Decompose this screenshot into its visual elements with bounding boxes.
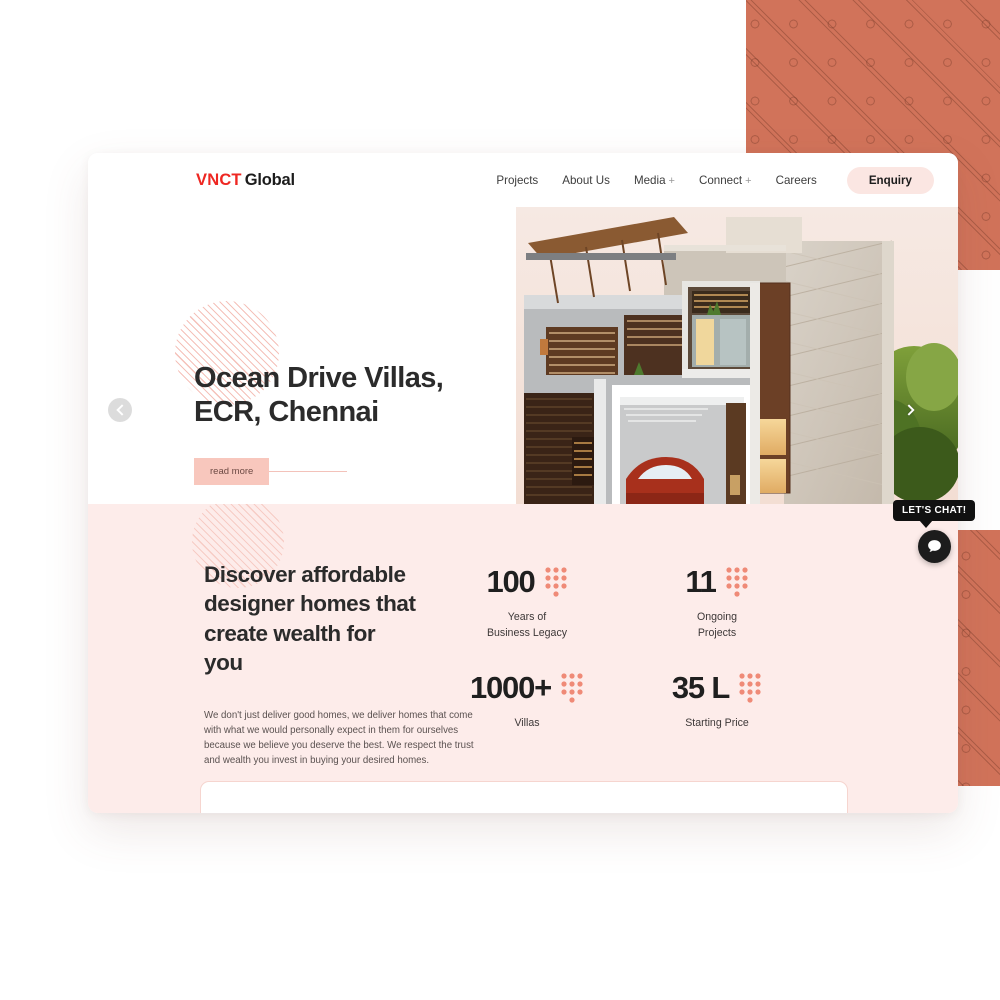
- nav-item-label: Projects: [496, 173, 539, 187]
- chevron-left-icon: [115, 404, 128, 416]
- carousel-prev-button[interactable]: [108, 398, 132, 422]
- stat-label: Villas: [514, 717, 540, 729]
- carousel-next-button[interactable]: [898, 398, 922, 422]
- hero-text-block: Ocean Drive Villas, ECR, Chennai read mo…: [194, 362, 514, 485]
- enquiry-button[interactable]: Enquiry: [846, 166, 934, 194]
- stat-value: 1000+: [469, 670, 552, 705]
- nav-item-label: Media: [633, 173, 666, 187]
- stat-card-ongoing-projects: 11 Ongoing Projects: [622, 566, 812, 672]
- hero-villa-image: [516, 207, 958, 504]
- nav-item-projects[interactable]: Projects: [484, 168, 550, 193]
- main-navigation: Projects About Us Media + Connect + Career…: [484, 166, 934, 194]
- site-logo[interactable]: VNCT Global: [196, 171, 295, 190]
- dot-grid-icon: [544, 567, 567, 597]
- nav-item-about-us[interactable]: About Us: [550, 168, 622, 193]
- read-more-button[interactable]: read more: [194, 457, 270, 485]
- nav-item-label: Connect: [698, 173, 743, 187]
- read-more-row: read more: [194, 457, 514, 485]
- site-header: VNCT Global Projects About Us Media + Conn…: [88, 153, 958, 207]
- website-preview-card: VNCT Global Projects About Us Media + Conn…: [88, 153, 958, 813]
- decorative-terracotta-block-right: [957, 530, 1000, 786]
- nav-item-connect[interactable]: Connect +: [687, 168, 764, 193]
- bottom-content-card: [200, 781, 848, 813]
- stat-label: Ongoing Projects: [696, 611, 738, 639]
- hero-section: Ocean Drive Villas, ECR, Chennai read mo…: [88, 207, 958, 504]
- stat-label: Years of Business Legacy: [486, 611, 568, 639]
- stats-heading: Discover affordable designer homes that …: [204, 562, 416, 675]
- logo-brand-name: Global: [244, 170, 295, 189]
- page-root: VNCT Global Projects About Us Media + Conn…: [0, 0, 1000, 1000]
- stats-section: Discover affordable designer homes that …: [88, 504, 958, 813]
- hero-title: Ocean Drive Villas, ECR, Chennai: [194, 362, 444, 428]
- chat-tooltip: LET'S CHAT!: [893, 500, 976, 528]
- stat-card-years: 100 Years of Business Legacy: [432, 566, 622, 672]
- dot-grid-icon: [739, 673, 761, 703]
- dot-grid-icon: [561, 673, 583, 703]
- stat-top-row: 100: [432, 566, 622, 597]
- nav-item-label: Careers: [775, 173, 817, 187]
- stat-value: 100: [486, 564, 535, 599]
- stats-inner: Discover affordable designer homes that …: [88, 504, 958, 778]
- stat-top-row: 1000+: [432, 672, 622, 703]
- stat-card-villas: 1000+ Villas: [432, 672, 622, 778]
- stat-top-row: 11: [622, 566, 812, 597]
- stats-grid: 100 Years of Business Legacy 11 Ongoing …: [432, 566, 812, 778]
- stat-top-row: 35 L: [622, 672, 812, 703]
- chat-button[interactable]: [917, 530, 951, 563]
- nav-item-label: About Us: [562, 173, 610, 187]
- stats-text-column: Discover affordable designer homes that …: [88, 560, 474, 778]
- submenu-plus-icon: +: [745, 174, 752, 187]
- stat-label: Starting Price: [685, 717, 749, 729]
- chevron-right-icon: [902, 404, 915, 416]
- stat-value: 11: [685, 564, 717, 599]
- submenu-plus-icon: +: [668, 174, 675, 187]
- dot-grid-icon: [726, 567, 748, 597]
- nav-item-media[interactable]: Media +: [622, 168, 687, 193]
- logo-brand-mark: VNCT: [196, 170, 242, 189]
- chat-bubble-icon: [927, 540, 941, 552]
- nav-item-careers[interactable]: Careers: [764, 168, 829, 193]
- read-more-line: [269, 470, 348, 472]
- stat-card-starting-price: 35 L Starting Price: [622, 672, 812, 778]
- stat-value: 35 L: [671, 670, 730, 705]
- chat-widget: LET'S CHAT!: [893, 500, 976, 563]
